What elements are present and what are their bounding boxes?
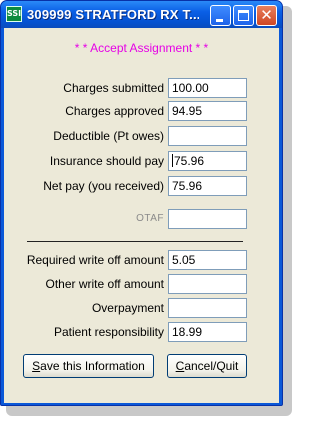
- other-write-off-label: Other write off amount: [45, 277, 165, 291]
- cancel-button-label: ancel/Quit: [184, 359, 239, 373]
- accept-assignment-header: * * Accept Assignment * *: [74, 41, 209, 55]
- charges-approved-label: Charges approved: [65, 104, 164, 118]
- overpayment-field[interactable]: [168, 298, 247, 318]
- text-caret: [172, 154, 173, 167]
- patient-responsibility-label: Patient responsibility: [53, 325, 164, 339]
- required-write-off-field[interactable]: 5.05: [168, 250, 247, 270]
- net-pay-label: Net pay (you received): [43, 179, 164, 193]
- required-write-off-label: Required write off amount: [26, 253, 164, 267]
- deductible-field[interactable]: [168, 126, 247, 146]
- overpayment-label: Overpayment: [91, 301, 164, 315]
- maximize-icon: [238, 10, 249, 21]
- charges-submitted-label: Charges submitted: [63, 81, 164, 95]
- window-title: 309999 STRATFORD RX T...: [27, 7, 199, 22]
- dialog-body: * * Accept Assignment * * Charges submit…: [4, 28, 279, 403]
- save-mnemonic: S: [32, 359, 41, 373]
- app-icon: SSI: [6, 6, 22, 22]
- otaf-label: OTAF: [136, 213, 164, 224]
- cancel-button[interactable]: Cancel/Quit: [167, 354, 247, 378]
- section-divider: [27, 241, 243, 242]
- deductible-label: Deductible (Pt owes): [53, 129, 164, 143]
- minimize-icon: [216, 19, 223, 22]
- net-pay-field[interactable]: 75.96: [168, 176, 247, 196]
- cancel-mnemonic: C: [175, 359, 185, 373]
- maximize-button[interactable]: [233, 5, 254, 26]
- insurance-should-pay-label: Insurance should pay: [49, 154, 164, 168]
- patient-responsibility-field[interactable]: 18.99: [168, 322, 247, 342]
- save-button-label: ave this Information: [40, 359, 145, 373]
- save-button[interactable]: Save this Information: [23, 354, 154, 378]
- close-button[interactable]: ✕: [256, 5, 277, 26]
- insurance-should-pay-value: 75.96: [174, 154, 205, 168]
- other-write-off-field[interactable]: [168, 274, 247, 294]
- otaf-field[interactable]: [168, 209, 247, 229]
- close-icon: ✕: [260, 6, 273, 24]
- insurance-should-pay-field[interactable]: 75.96: [168, 151, 247, 171]
- charges-approved-field[interactable]: 94.95: [168, 101, 247, 121]
- title-bar[interactable]: SSI 309999 STRATFORD RX T... ✕: [1, 1, 282, 28]
- minimize-button[interactable]: [210, 5, 231, 26]
- dialog-window: SSI 309999 STRATFORD RX T... ✕ * * Accep…: [0, 0, 283, 406]
- charges-submitted-field[interactable]: 100.00: [168, 78, 247, 98]
